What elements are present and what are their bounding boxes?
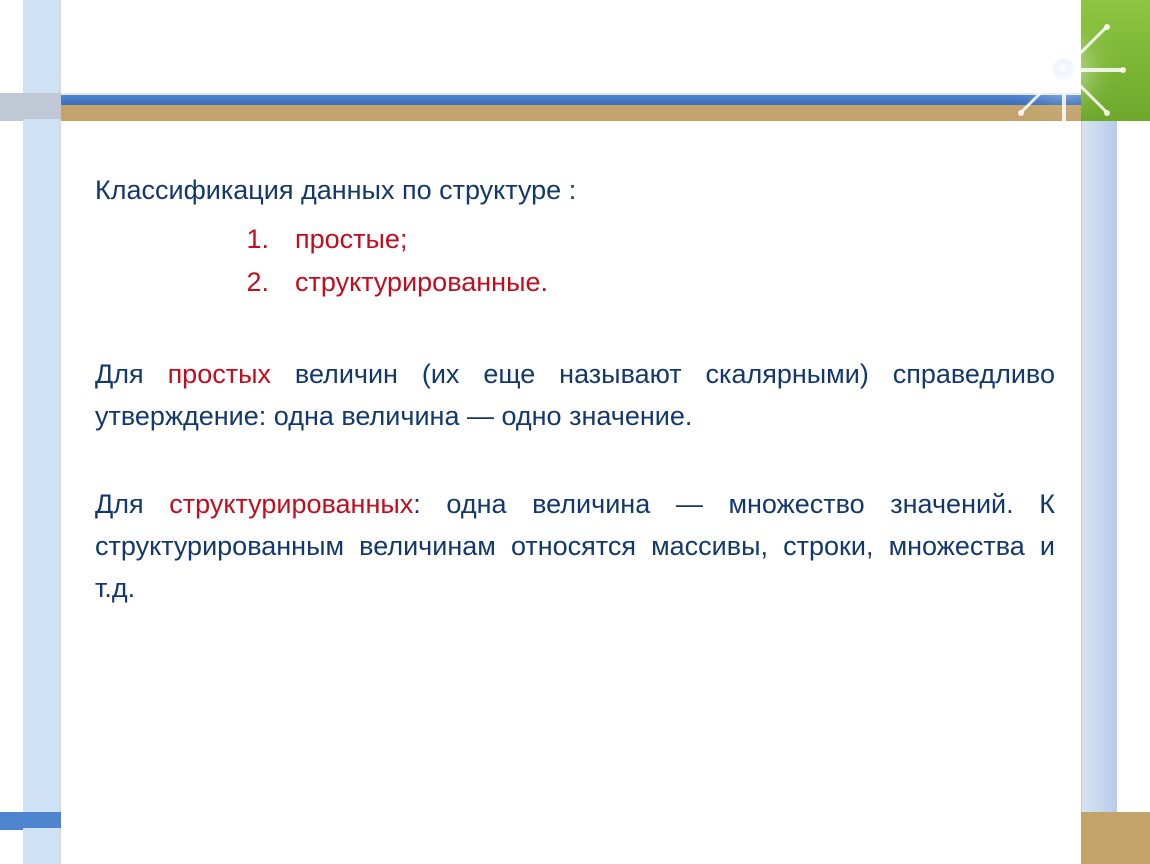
classification-heading: Классификация данных по структуре : bbox=[95, 170, 1055, 212]
frame-left-mid bbox=[23, 119, 61, 814]
frame-top-tan-bar bbox=[61, 105, 1081, 121]
frame-right-white bbox=[1117, 139, 1150, 814]
paragraph-structured: Для структурированных: одна величина — м… bbox=[95, 484, 1055, 610]
list-item-number: 2. bbox=[95, 261, 295, 304]
frame-left-top bbox=[23, 0, 61, 95]
list-item-number: 1. bbox=[95, 218, 295, 261]
para-text: Для bbox=[95, 359, 168, 389]
para-text: Для bbox=[95, 489, 169, 519]
frame-left-bottom bbox=[23, 828, 61, 864]
slide-body: Классификация данных по структуре : 1.пр… bbox=[95, 170, 1055, 655]
frame-right-green bbox=[1081, 0, 1150, 121]
frame-top-blue-bar bbox=[61, 95, 1081, 105]
frame-left-notch bbox=[0, 93, 61, 121]
presentation-slide: Классификация данных по структуре : 1.пр… bbox=[0, 0, 1150, 864]
para-keyword: простых bbox=[168, 359, 271, 389]
list-item-text: структурированные. bbox=[295, 267, 548, 297]
list-item: 2.структурированные. bbox=[95, 261, 1055, 304]
frame-top-blank bbox=[61, 0, 1081, 95]
list-item-text: простые; bbox=[295, 224, 407, 254]
classification-list: 1.простые; 2.структурированные. bbox=[95, 218, 1055, 304]
list-item: 1.простые; bbox=[95, 218, 1055, 261]
para-keyword: структурированных bbox=[169, 489, 413, 519]
frame-right-blue bbox=[1081, 121, 1117, 814]
frame-right-tan bbox=[1081, 812, 1150, 864]
paragraph-simple: Для простых величин (их еще называют ска… bbox=[95, 354, 1055, 438]
